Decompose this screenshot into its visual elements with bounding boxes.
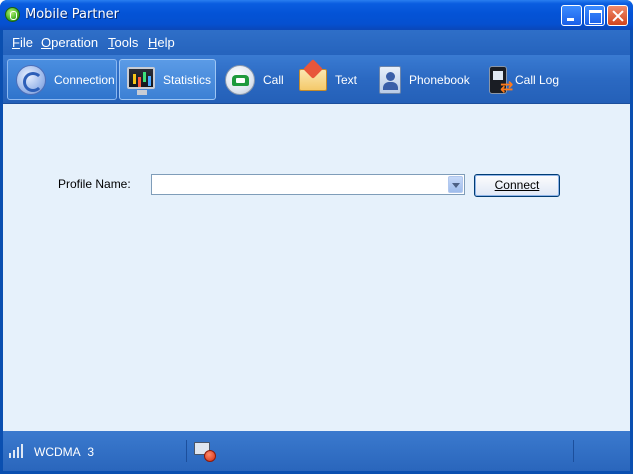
tab-connection-label: Connection bbox=[54, 72, 115, 87]
tab-call-log[interactable]: Call Log bbox=[489, 59, 579, 100]
menu-file-mnemonic: F bbox=[12, 35, 20, 50]
network-status: WCDMA 3 bbox=[34, 445, 94, 459]
signal-strength-icon bbox=[9, 443, 29, 458]
call-icon bbox=[225, 64, 255, 95]
phonebook-icon bbox=[379, 65, 401, 94]
menu-help[interactable]: Help bbox=[148, 35, 175, 50]
status-divider bbox=[573, 440, 574, 462]
minimize-button[interactable] bbox=[561, 5, 582, 26]
connect-button[interactable]: Connect bbox=[474, 174, 560, 197]
call-log-icon bbox=[489, 65, 513, 96]
chevron-down-icon[interactable] bbox=[448, 176, 463, 193]
menu-tools[interactable]: Tools bbox=[108, 35, 138, 50]
menu-file[interactable]: File bbox=[12, 35, 33, 50]
menu-operation-label: peration bbox=[51, 35, 99, 50]
network-type: WCDMA bbox=[34, 445, 81, 459]
sms-status-icon[interactable] bbox=[194, 442, 216, 462]
statistics-icon bbox=[127, 66, 155, 95]
tab-call-label: Call bbox=[263, 72, 284, 87]
mobile-partner-window: Mobile Partner File Operation Tools Help… bbox=[0, 0, 633, 474]
tab-statistics-label: Statistics bbox=[163, 72, 212, 87]
profile-name-dropdown[interactable] bbox=[151, 174, 465, 195]
tab-call-log-label: Call Log bbox=[515, 72, 560, 87]
tab-text-label: Text bbox=[335, 72, 358, 87]
tab-text[interactable]: Text bbox=[299, 59, 367, 100]
connection-icon bbox=[16, 64, 46, 95]
mobile-partner-icon bbox=[5, 7, 20, 22]
window-title: Mobile Partner bbox=[25, 7, 120, 22]
status-bar: WCDMA 3 bbox=[3, 431, 630, 471]
close-button[interactable] bbox=[607, 5, 628, 26]
tab-phonebook[interactable]: Phonebook bbox=[375, 59, 475, 100]
menu-file-label: ile bbox=[19, 35, 33, 50]
connection-panel: Profile Name: Connect bbox=[3, 104, 630, 431]
menu-operation[interactable]: Operation bbox=[41, 35, 98, 50]
menu-operation-mnemonic: O bbox=[41, 35, 52, 50]
menu-help-label: elp bbox=[157, 35, 175, 50]
connect-button-label: Connect bbox=[494, 178, 540, 192]
maximize-button[interactable] bbox=[584, 5, 605, 26]
main-toolbar: Connection Statistics Call Text Phoneboo… bbox=[3, 55, 630, 104]
menu-tools-label: ools bbox=[114, 35, 139, 50]
tab-statistics[interactable]: Statistics bbox=[119, 59, 216, 100]
status-divider bbox=[186, 440, 187, 462]
tab-connection[interactable]: Connection bbox=[7, 59, 117, 100]
title-bar[interactable]: Mobile Partner bbox=[0, 0, 633, 30]
tab-call[interactable]: Call bbox=[225, 59, 291, 100]
menu-bar: File Operation Tools Help bbox=[3, 30, 630, 55]
profile-name-label: Profile Name: bbox=[58, 177, 131, 191]
signal-level: 3 bbox=[87, 445, 95, 459]
tab-phonebook-label: Phonebook bbox=[409, 72, 470, 87]
menu-help-mnemonic: H bbox=[148, 35, 158, 50]
text-message-icon bbox=[299, 68, 327, 91]
